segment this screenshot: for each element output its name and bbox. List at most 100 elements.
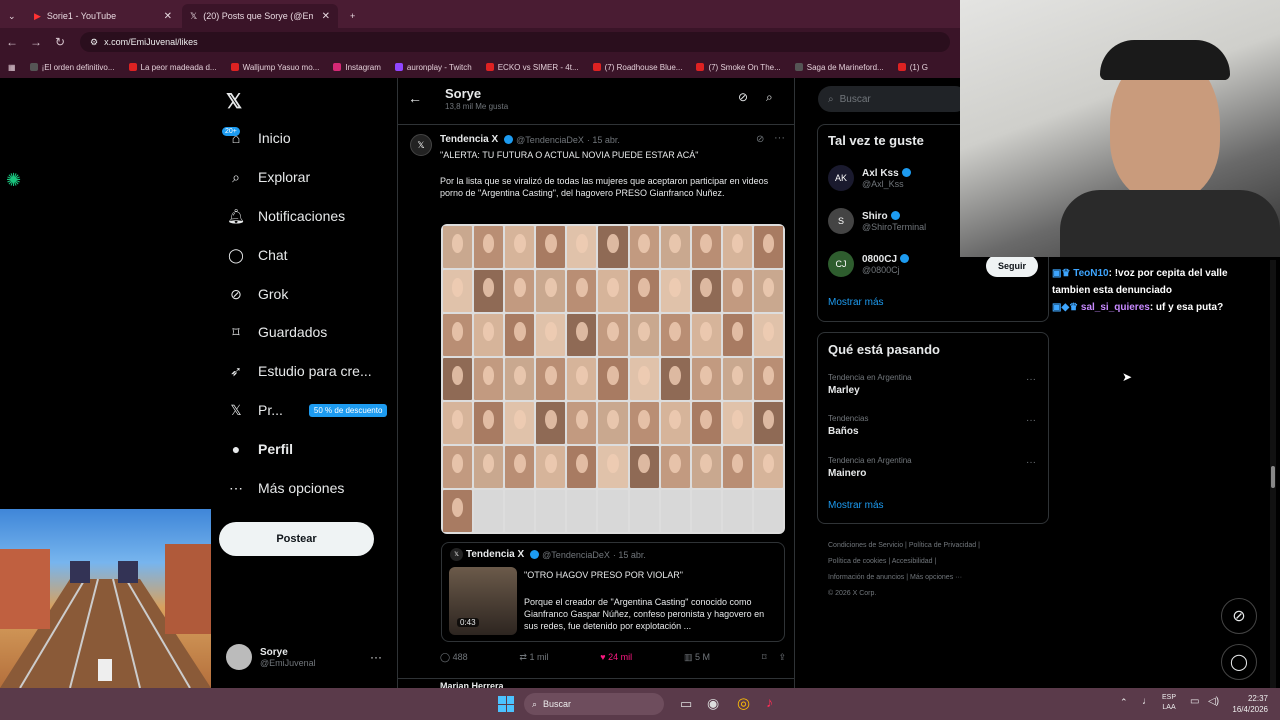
task-view-icon[interactable]: ▭ — [680, 696, 692, 712]
bookmark[interactable]: Instagram — [333, 63, 381, 72]
nav-estudio[interactable]: ➶ Estudio para cre... — [228, 363, 372, 380]
bookmark-icon[interactable]: ⌑ — [762, 652, 767, 663]
taskbar-search[interactable]: ⌕ Buscar — [524, 693, 664, 715]
like-button[interactable]: ♥ 24 mil — [600, 652, 632, 663]
views-button[interactable]: ▥ 5 M — [684, 652, 710, 663]
show-more-link[interactable]: Mostrar más — [828, 297, 884, 308]
photo-tile — [536, 446, 566, 488]
likes-count: 13,8 mil Me gusta — [445, 102, 509, 111]
reload-icon[interactable]: ↻ — [48, 35, 72, 49]
trend-item[interactable]: Tendencia en Argentina Marley — [828, 373, 912, 396]
trend-context: Tendencias — [828, 414, 869, 423]
microphone-icon[interactable]: ♩ — [1142, 696, 1152, 707]
language-indicator[interactable]: ESP LAA — [1162, 693, 1176, 713]
footer-link[interactable]: Más opciones ··· — [910, 574, 962, 581]
volume-icon[interactable]: ◁) — [1208, 696, 1219, 707]
more-icon[interactable]: ··· — [1026, 415, 1036, 426]
bookmark[interactable]: (1) G — [897, 63, 928, 72]
nav-premium[interactable]: 𝕏 Pr... 50 % de descuento — [228, 402, 388, 418]
x-logo-icon[interactable]: 𝕏 — [226, 89, 242, 114]
app-icon[interactable]: ◉ — [707, 695, 719, 712]
network-icon[interactable]: ▭ — [1190, 696, 1199, 707]
share-icon[interactable]: ⇪ — [778, 652, 786, 663]
footer-link[interactable]: Política de Privacidad — [909, 542, 976, 549]
more-icon[interactable]: ··· — [1026, 374, 1036, 385]
messages-fab[interactable]: ◯ — [1221, 644, 1257, 680]
bookmark[interactable]: ¡El orden definitivo... — [29, 63, 115, 72]
taskbar-search-placeholder: Buscar — [543, 699, 572, 709]
tab-x[interactable]: 𝕏 (20) Posts que Sorye (@EmiJuve ✕ — [182, 4, 338, 28]
nav-grok[interactable]: ⊘ Grok — [228, 286, 288, 303]
suggestion-item[interactable]: AK Axl Kss @Axl_Kss — [828, 165, 911, 191]
suggestion-item[interactable]: S Shiro @ShiroTerminal — [828, 208, 926, 234]
nav-perfil[interactable]: ● Perfil — [228, 441, 293, 457]
search-input[interactable]: ⌕ Buscar — [818, 86, 968, 112]
photo-tile — [443, 226, 473, 268]
post-button[interactable]: Postear — [219, 522, 374, 556]
nav-guardados[interactable]: ⌑ Guardados — [228, 324, 327, 341]
trend-item[interactable]: Tendencias Baños — [828, 414, 868, 437]
chrome-icon[interactable]: ◎ — [737, 694, 750, 712]
tab-youtube[interactable]: ▶ Sorie1 - YouTube ✕ — [26, 4, 180, 28]
photo-tile — [567, 402, 597, 444]
photo-tile — [629, 226, 659, 268]
bookmark[interactable]: (7) Roadhouse Blue... — [592, 63, 682, 72]
account-switcher[interactable]: Sorye @EmiJuvenal — [226, 644, 316, 670]
bookmark[interactable]: La peor madeada d... — [128, 63, 217, 72]
footer-link[interactable]: Condiciones de Servicio — [828, 542, 903, 549]
follow-button[interactable]: Seguir — [986, 255, 1038, 277]
forward-icon[interactable]: → — [24, 35, 48, 49]
footer-link[interactable]: Política de cookies — [828, 558, 886, 565]
footer-link[interactable]: Información de anuncios — [828, 574, 904, 581]
scrollbar-thumb[interactable] — [1271, 466, 1275, 488]
tweet-date[interactable]: · 15 abr. — [587, 135, 620, 145]
close-icon[interactable]: ✕ — [164, 11, 172, 22]
bookmark[interactable]: Walljump Yasuo mo... — [230, 63, 319, 72]
nav-explorar[interactable]: ⌕ Explorar — [228, 169, 310, 186]
more-icon[interactable]: ··· — [774, 132, 785, 144]
bookmark[interactable]: Saga de Marineford... — [794, 63, 884, 72]
clock[interactable]: 22:37 16/4/2026 — [1228, 693, 1268, 715]
nav-chat[interactable]: ◯ Chat — [228, 247, 287, 264]
repost-button[interactable]: ⇄ 1 mil — [519, 652, 548, 663]
more-icon[interactable]: ··· — [370, 650, 382, 664]
tweet-image[interactable] — [441, 224, 785, 534]
chatgpt-icon[interactable]: ✺ — [6, 170, 21, 191]
trend-item[interactable]: Tendencia en Argentina Mainero — [828, 456, 912, 479]
tray-chevron-icon[interactable]: ⌃ — [1120, 697, 1128, 708]
new-tab-button[interactable]: + — [342, 4, 364, 28]
tiktok-icon[interactable]: ♪ — [766, 694, 773, 710]
photo-tile — [691, 490, 721, 532]
tweet-handle[interactable]: @TendenciaDeX — [516, 135, 584, 145]
suggestion-item[interactable]: CJ 0800CJ @0800Cj — [828, 251, 910, 277]
windows-start-icon[interactable] — [498, 696, 514, 712]
search-icon: ⌕ — [532, 698, 538, 709]
back-icon[interactable]: ← — [0, 35, 24, 49]
grok-icon[interactable]: ⊘ — [756, 134, 764, 145]
footer-link[interactable]: Accesibilidad — [892, 558, 933, 565]
photo-tile — [474, 446, 504, 488]
reply-button[interactable]: ◯ 488 — [440, 652, 468, 663]
grok-fab[interactable]: ⊘ — [1221, 598, 1257, 634]
grok-icon: ⊘ — [1232, 608, 1246, 625]
tab-list-button[interactable]: ⌄ — [0, 4, 24, 28]
more-icon[interactable]: ··· — [1026, 457, 1036, 468]
search-icon[interactable]: ⌕ — [766, 90, 773, 105]
site-info-icon[interactable]: ⚙ — [90, 37, 98, 48]
bookmark[interactable]: auronplay - Twitch — [394, 63, 472, 72]
back-arrow-icon[interactable]: ← — [408, 90, 422, 106]
nav-mas-opciones[interactable]: ⋯ Más opciones — [228, 480, 344, 497]
bookmark[interactable]: ECKO vs SIMER - 4t... — [485, 63, 579, 72]
lang-layout: LAA — [1162, 704, 1176, 711]
photo-tile — [567, 490, 597, 532]
show-more-link[interactable]: Mostrar más — [828, 500, 884, 511]
quote-video-thumbnail[interactable]: 0:43 — [449, 567, 517, 635]
url-field[interactable]: ⚙ x.com/EmiJuvenal/likes — [80, 32, 950, 52]
nav-notificaciones[interactable]: 🔔︎ Notificaciones — [227, 208, 345, 225]
tweet-author[interactable]: Tendencia X — [440, 134, 498, 145]
grok-icon[interactable]: ⊘ — [738, 90, 748, 104]
close-icon[interactable]: ✕ — [322, 11, 330, 22]
avatar[interactable]: 𝕏 — [410, 134, 432, 156]
bookmark[interactable]: (7) Smoke On The... — [696, 63, 781, 72]
apps-icon[interactable]: ▦ — [8, 63, 16, 72]
